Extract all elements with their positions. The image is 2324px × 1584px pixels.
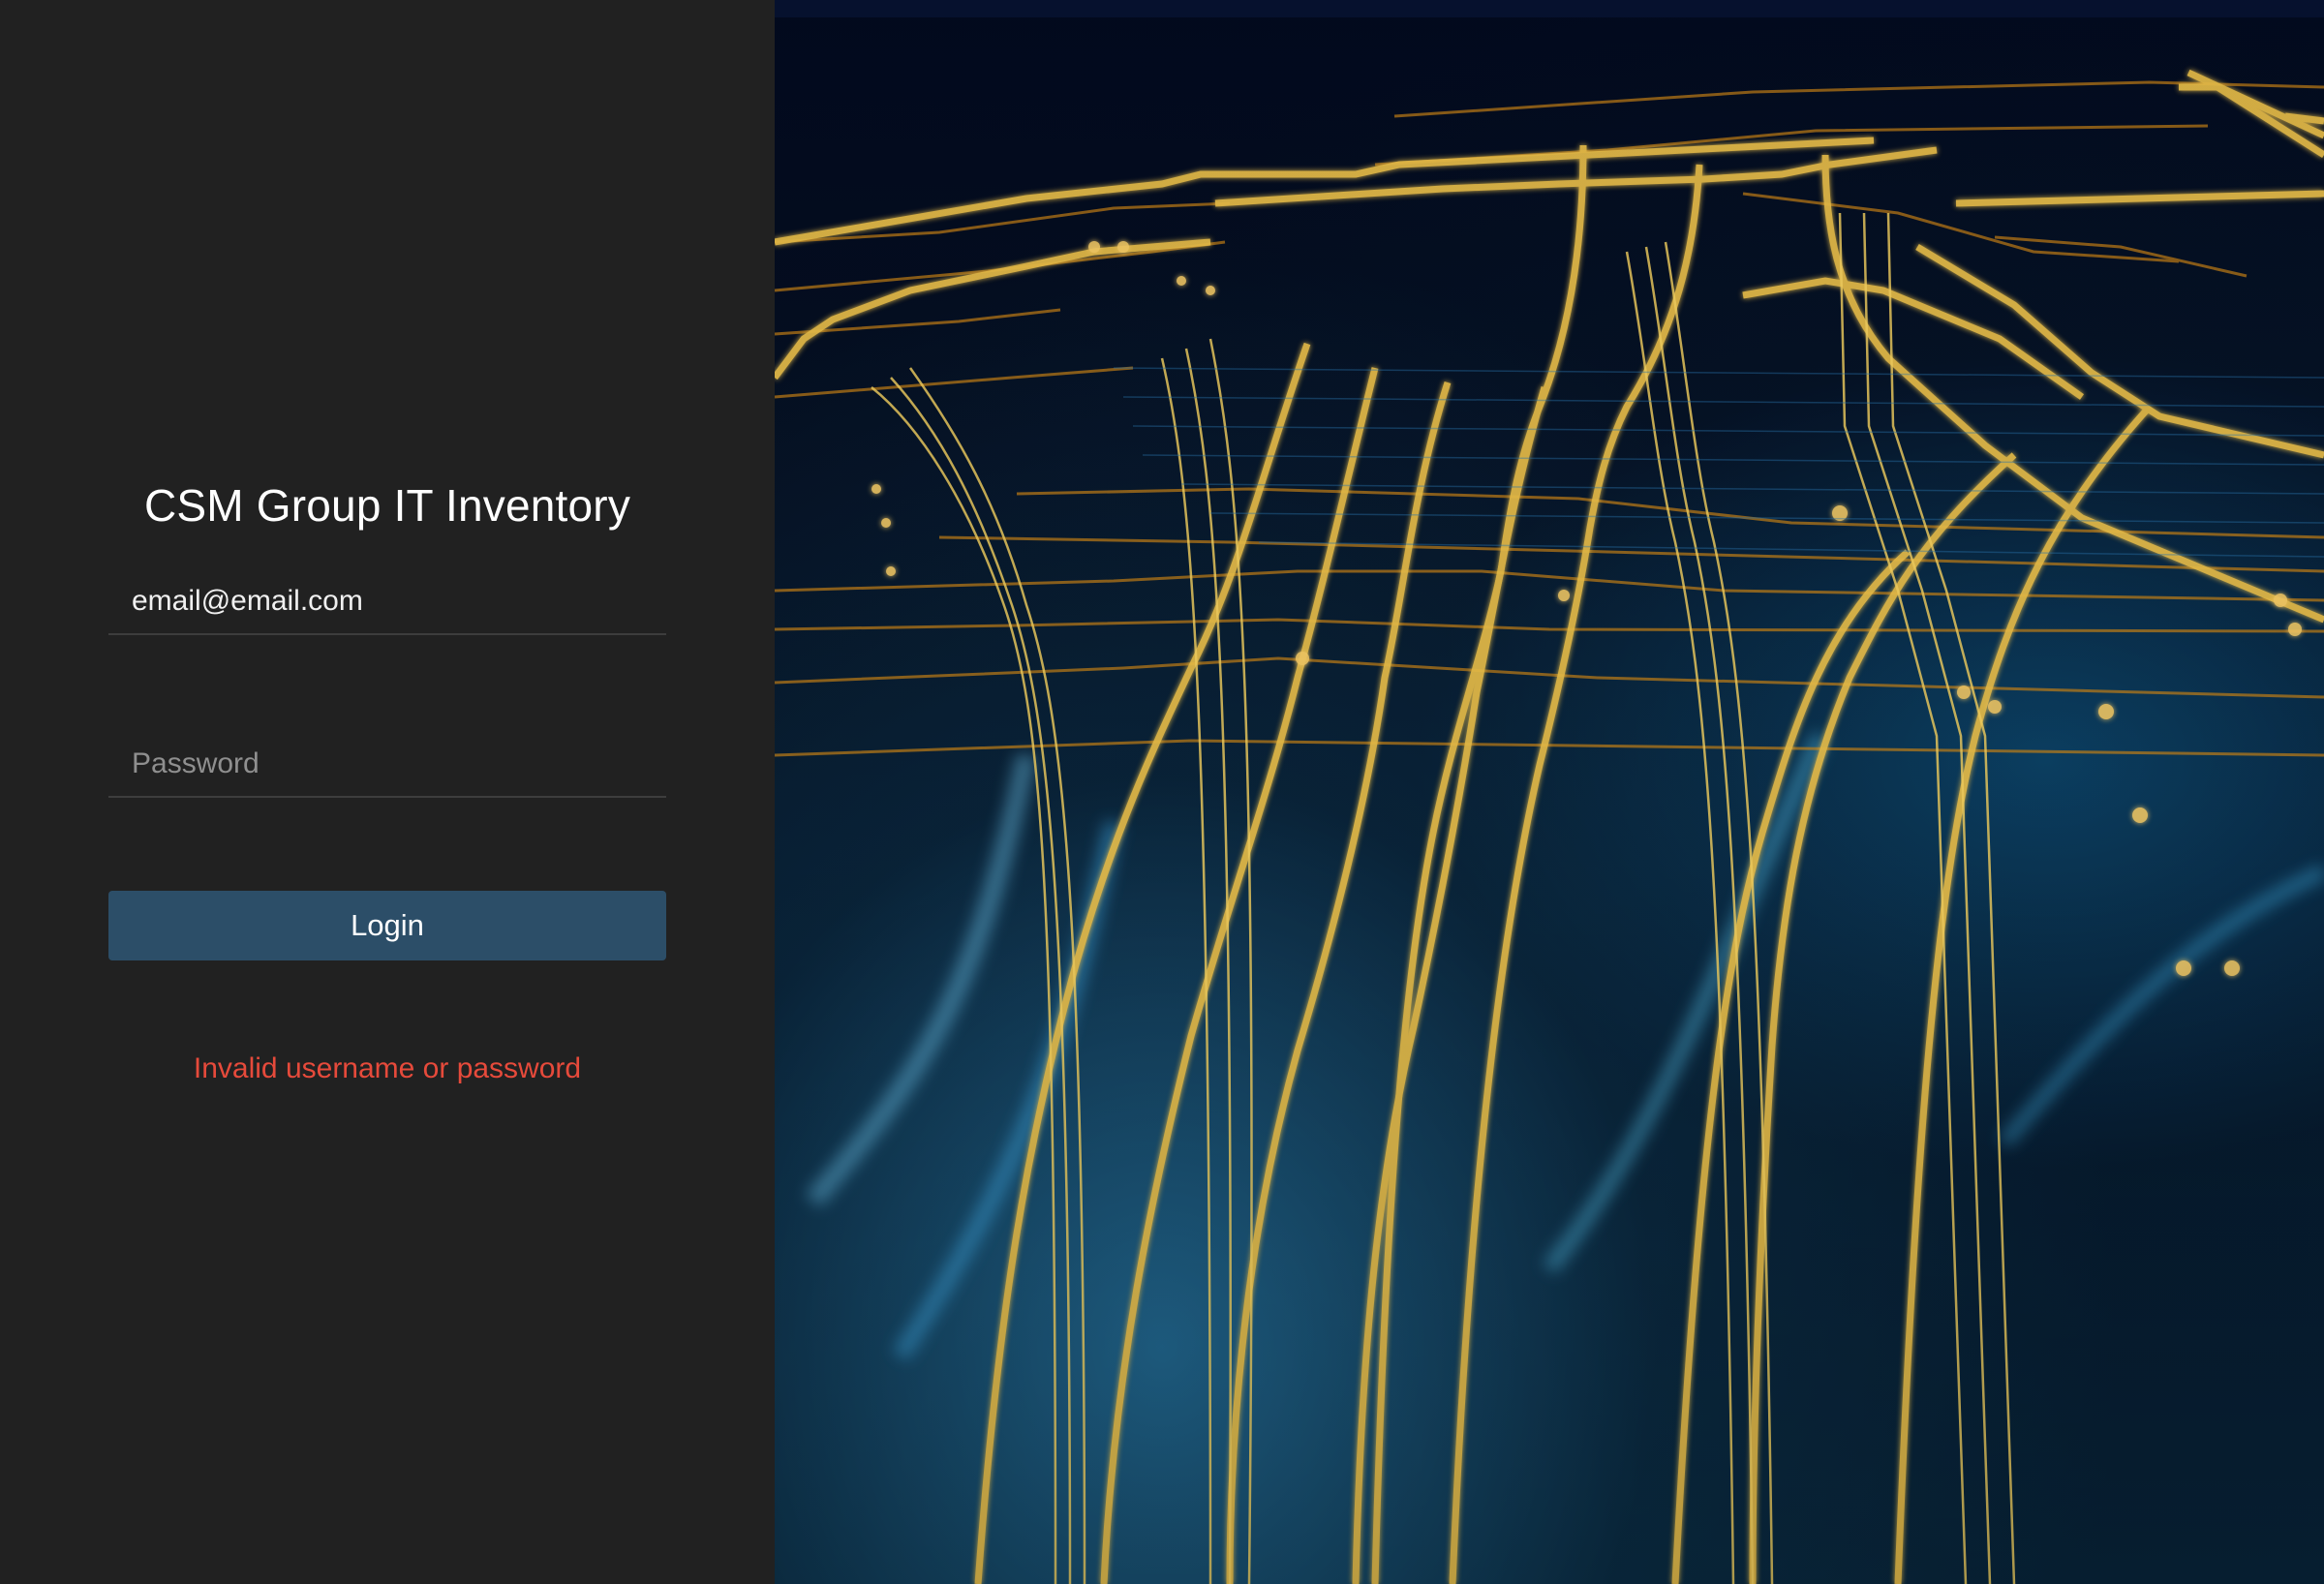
password-field-container [108, 732, 666, 798]
circuit-board-background [775, 0, 2324, 1584]
email-field-container [108, 569, 666, 635]
login-page: CSM Group IT Inventory Login Invalid use… [0, 0, 2324, 1584]
password-field[interactable] [108, 732, 666, 796]
circuit-board-image [775, 0, 2324, 1584]
email-field[interactable] [108, 569, 666, 633]
login-panel: CSM Group IT Inventory Login Invalid use… [0, 0, 775, 1584]
login-error-message: Invalid username or password [193, 1052, 582, 1084]
page-title: CSM Group IT Inventory [143, 480, 631, 531]
login-form: CSM Group IT Inventory Login Invalid use… [108, 467, 666, 1088]
login-button[interactable]: Login [108, 891, 666, 960]
